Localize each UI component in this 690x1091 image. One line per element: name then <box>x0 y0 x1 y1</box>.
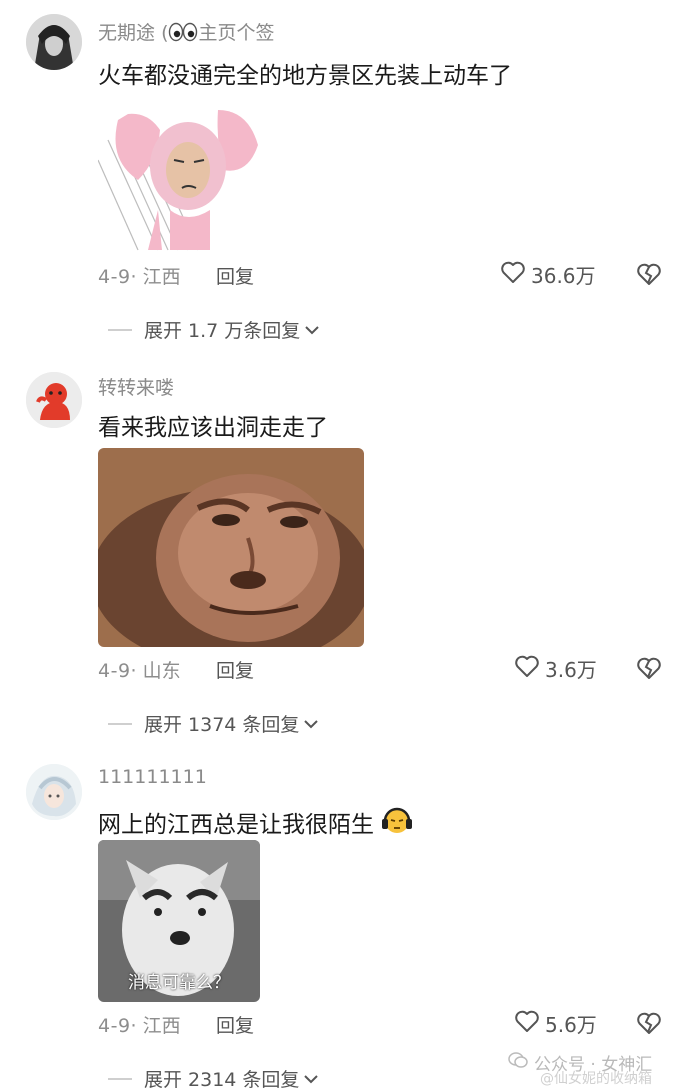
expand-replies-button[interactable]: 展开 2314 条回复 <box>108 1065 319 1091</box>
watermark-secondary: @仙女妮的收纳箱 <box>540 1071 652 1087</box>
broken-heart-icon[interactable] <box>636 1011 662 1039</box>
dog-meme-sticker[interactable]: 消息可靠么？ <box>98 840 260 1002</box>
headphones-emoji-icon <box>380 802 414 842</box>
chevron-down-icon <box>303 1068 319 1090</box>
comment-meta: 4-9· 江西 <box>98 1015 181 1037</box>
heart-icon <box>514 1009 540 1038</box>
comment-text: 网上的江西总是让我很陌生 <box>98 802 414 842</box>
like-button[interactable]: 5.6万 <box>514 1009 597 1038</box>
divider <box>108 1077 132 1080</box>
sticker-caption: 消息可靠么？ <box>128 973 230 993</box>
reply-button[interactable]: 回复 <box>216 1011 254 1038</box>
comment-3: 111111111 网上的江西总是让我很陌生 消息可靠么？ 4-9· 江西 回复… <box>0 0 690 1091</box>
wechat-icon <box>508 1051 528 1074</box>
username[interactable]: 111111111 <box>98 766 207 788</box>
avatar[interactable] <box>26 764 82 820</box>
